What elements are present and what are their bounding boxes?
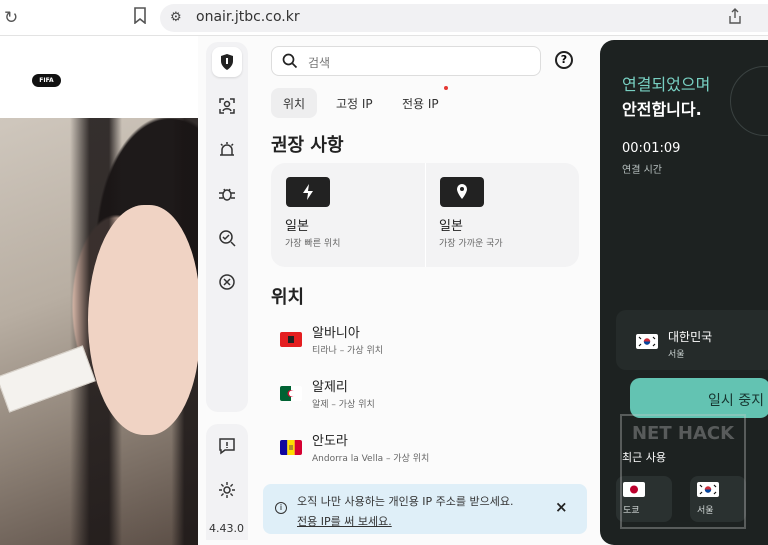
bookmark-icon[interactable]: [133, 7, 147, 24]
shield-icon[interactable]: [212, 47, 242, 77]
url-text[interactable]: onair.jtbc.co.kr: [196, 9, 300, 25]
settings-icon[interactable]: [212, 475, 242, 505]
lightning-icon[interactable]: [286, 177, 330, 207]
andorra-flag-icon: [280, 440, 302, 455]
search-input[interactable]: 검색: [271, 46, 541, 76]
notice-link[interactable]: 전용 IP를 써 보세요.: [297, 512, 514, 532]
dedicated-ip-notice: i 오직 나만 사용하는 개인용 IP 주소를 받으세요. 전용 IP를 써 보…: [263, 484, 587, 534]
feedback-icon[interactable]: [212, 431, 242, 461]
tab-label: 고정 IP: [336, 97, 373, 111]
help-icon[interactable]: ?: [555, 51, 573, 69]
screen: { "browser": { "url": "onair.jtbc.co.kr"…: [0, 0, 768, 545]
location-sub: 알제 – 가상 위치: [312, 400, 375, 410]
info-icon: i: [275, 502, 287, 514]
watermark: NET HACK: [620, 414, 746, 529]
reload-icon[interactable]: ↻: [4, 8, 18, 28]
current-city: 서울: [668, 350, 685, 360]
recommended-fastest-sub: 가장 빠른 위치: [285, 239, 341, 249]
close-icon[interactable]: ×: [555, 498, 568, 516]
tab-label: 전용 IP: [402, 97, 439, 111]
connection-time-label: 연결 시간: [622, 165, 662, 176]
pause-button-label: 일시 중지: [708, 393, 764, 409]
location-row-andorra[interactable]: 안도라 Andorra la Vella – 가상 위치: [280, 430, 580, 472]
current-country: 대한민국: [668, 330, 713, 344]
locations-title: 위치: [271, 287, 305, 308]
new-dot: [444, 86, 448, 90]
korea-flag-icon: [636, 334, 658, 349]
recommended-divider: [425, 163, 426, 267]
bug-icon[interactable]: [212, 179, 242, 209]
location-row-albania[interactable]: 알바니아 티라나 – 가상 위치: [280, 322, 580, 364]
notice-text: 오직 나만 사용하는 개인용 IP 주소를 받으세요. 전용 IP를 써 보세요…: [297, 492, 514, 532]
recommended-title: 권장 사항: [271, 135, 344, 156]
location-row-algeria[interactable]: 알제리 알제 – 가상 위치: [280, 376, 580, 418]
location-name: 안도라: [312, 434, 348, 449]
tab-dedicated-ip[interactable]: 전용 IP: [390, 88, 451, 118]
location-sub: 티라나 – 가상 위치: [312, 346, 384, 356]
location-name: 알바니아: [312, 326, 360, 341]
location-sub: Andorra la Vella – 가상 위치: [312, 454, 430, 464]
tab-label: 위치: [283, 97, 306, 111]
person-scan-icon[interactable]: [212, 91, 242, 121]
tab-fixed-ip[interactable]: 고정 IP: [324, 88, 385, 118]
site-settings-icon[interactable]: ⚙: [170, 10, 182, 25]
x-circle-icon[interactable]: [212, 267, 242, 297]
fifa-badge: FIFA: [32, 74, 61, 87]
connection-status-line1: 연결되었으며: [622, 75, 711, 94]
photo-face: [88, 205, 200, 435]
albania-flag-icon: [280, 332, 302, 347]
search-check-icon[interactable]: [212, 223, 242, 253]
tab-location[interactable]: 위치: [271, 88, 318, 118]
location-name: 알제리: [312, 380, 348, 395]
current-location-card[interactable]: 대한민국 서울: [616, 310, 768, 370]
connection-time: 00:01:09: [622, 141, 681, 156]
pause-button[interactable]: 일시 중지: [630, 378, 768, 418]
location-pin-icon[interactable]: [440, 177, 484, 207]
browser-toolbar: ↻ ⚙ onair.jtbc.co.kr: [0, 0, 768, 36]
search-placeholder: 검색: [308, 56, 331, 70]
connection-status-line2: 안전합니다.: [622, 100, 702, 119]
recommended-nearest-label[interactable]: 일본: [439, 215, 463, 234]
connection-ring: [730, 66, 768, 136]
alarm-icon[interactable]: [212, 135, 242, 165]
recommended-nearest-sub: 가장 가까운 국가: [439, 239, 503, 249]
search-icon: [282, 53, 298, 69]
share-icon[interactable]: [728, 8, 742, 25]
notice-message: 오직 나만 사용하는 개인용 IP 주소를 받으세요.: [297, 495, 514, 508]
app-version: 4.43.0: [209, 522, 244, 535]
algeria-flag-icon: [280, 386, 302, 401]
recommended-fastest-label[interactable]: 일본: [285, 215, 309, 234]
